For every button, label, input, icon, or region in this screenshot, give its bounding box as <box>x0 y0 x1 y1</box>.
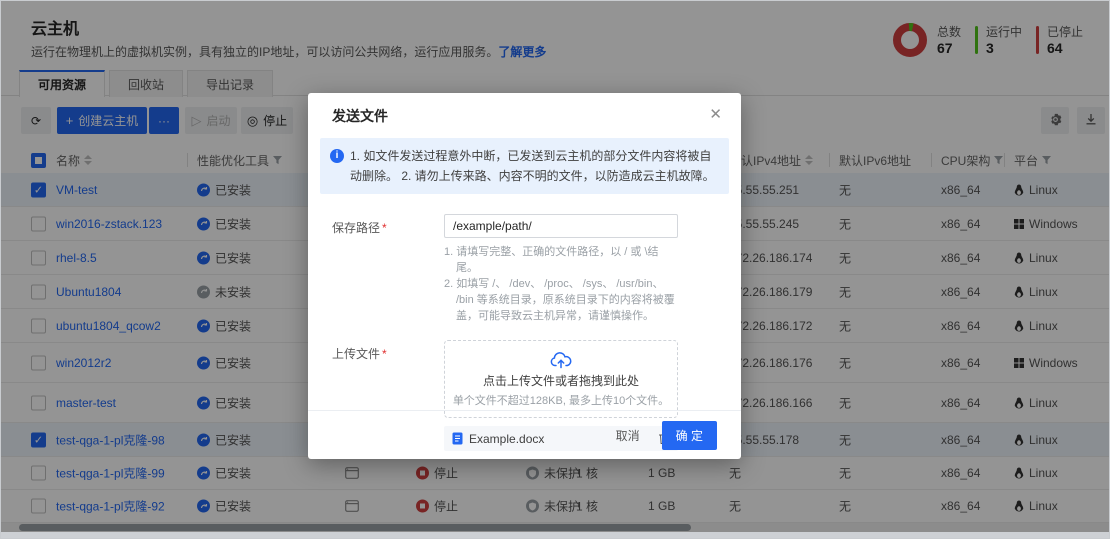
upload-dropzone[interactable]: 点击上传文件或者拖拽到此处 单个文件不超过128KB, 最多上传10个文件。 <box>444 340 678 418</box>
cancel-button[interactable]: 取消 <box>608 422 648 449</box>
info-alert: i 1. 如文件发送过程意外中断，已发送到云主机的部分文件内容将被自动删除。 2… <box>320 138 729 194</box>
save-path-label: 保存路径* <box>332 214 444 324</box>
save-path-help: 1. 请填写完整、正确的文件路径，以 / 或 \结尾。 2. 如填写 /、 /d… <box>444 244 678 324</box>
window-bottom-edge <box>1 532 1109 539</box>
info-icon: i <box>330 149 344 163</box>
cloud-upload-icon <box>550 351 572 369</box>
save-path-input[interactable] <box>444 214 678 238</box>
confirm-button[interactable]: 确 定 <box>662 421 717 450</box>
dialog-title: 发送文件 <box>332 108 388 124</box>
close-icon[interactable]: ✕ <box>704 103 727 125</box>
cloud-vm-page: 云主机 运行在物理机上的虚拟机实例，具有独立的IP地址，可以访问公共网络，运行应… <box>0 0 1110 539</box>
send-file-dialog: 发送文件 ✕ i 1. 如文件发送过程意外中断，已发送到云主机的部分文件内容将被… <box>308 93 741 459</box>
